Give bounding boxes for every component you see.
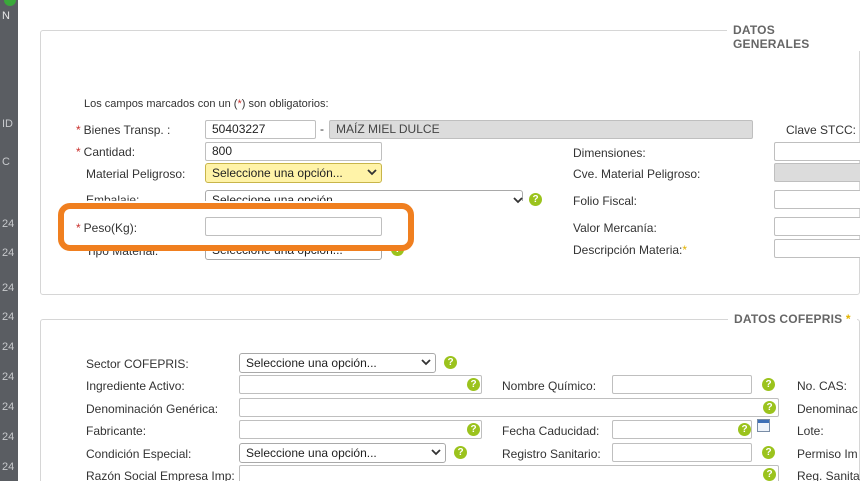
help-icon[interactable]: ? — [444, 356, 457, 369]
bg-label: 24 — [2, 282, 15, 294]
bg-label: 24 — [2, 218, 15, 230]
help-icon[interactable]: ? — [529, 193, 542, 206]
chevron-down-icon — [431, 449, 441, 456]
bg-label: ID — [2, 118, 13, 130]
descripcion-materia-label: Descripción Materia:* — [573, 243, 688, 257]
datos-generales-fieldset — [40, 30, 860, 295]
help-icon[interactable]: ? — [467, 378, 480, 391]
dimensiones-label: Dimensiones: — [573, 146, 646, 160]
datos-cofepris-legend: DATOS COFEPRIS * — [728, 312, 857, 326]
chevron-down-icon — [367, 169, 377, 176]
razon-social-input[interactable] — [239, 465, 779, 481]
help-icon[interactable]: ? — [762, 446, 775, 459]
denominacion-generica-input[interactable] — [239, 398, 779, 417]
datos-generales-legend: DATOS GENERALES — [727, 23, 860, 51]
denominacion-right-label: Denominac — [797, 402, 858, 416]
required-note: Los campos marcados con un (*) son oblig… — [84, 98, 329, 110]
clave-stcc-label: Clave STCC: — [786, 123, 857, 137]
fabricante-input[interactable] — [239, 420, 482, 439]
razon-social-label: Razón Social Empresa Imp: — [86, 469, 235, 481]
cantidad-input[interactable]: 800 — [205, 142, 382, 161]
fabricante-label: Fabricante: — [86, 424, 147, 438]
reg-sanitario-label: Reg. Sanita — [797, 469, 860, 481]
valor-mercancia-input[interactable] — [774, 217, 860, 236]
folio-fiscal-input[interactable] — [774, 190, 860, 209]
help-icon[interactable]: ? — [763, 468, 776, 481]
bg-label: 24 — [2, 461, 15, 473]
background-app-strip: ID C 24 24 24 24 24 24 24 24 24 N — [0, 0, 18, 481]
cve-material-label: Cve. Material Peligroso: — [573, 167, 701, 181]
material-peligroso-label: Material Peligroso: — [86, 167, 186, 181]
lote-label: Lote: — [797, 424, 824, 438]
bienes-separator: - — [320, 122, 324, 136]
bg-label: C — [2, 156, 10, 168]
dimensiones-input[interactable] — [774, 142, 860, 161]
bg-label: 24 — [2, 401, 15, 413]
permiso-label: Permiso Im — [797, 447, 858, 461]
chevron-down-icon — [513, 197, 523, 204]
sector-cofepris-select[interactable]: Seleccione una opción... — [239, 353, 436, 373]
help-icon[interactable]: ? — [454, 446, 467, 459]
bg-label: 24 — [2, 431, 15, 443]
registro-sanitario-input[interactable] — [612, 443, 752, 462]
help-icon[interactable]: ? — [762, 378, 775, 391]
help-icon[interactable]: ? — [467, 423, 480, 436]
bg-label: 24 — [2, 247, 15, 259]
bienes-description-input: MAÍZ MIEL DULCE — [329, 120, 753, 139]
bienes-code-input[interactable]: 50403227 — [205, 120, 316, 139]
help-icon[interactable]: ? — [738, 423, 751, 436]
registro-sanitario-label: Registro Sanitario: — [502, 447, 601, 461]
descripcion-materia-input[interactable] — [774, 239, 860, 258]
cve-material-input — [774, 163, 860, 182]
denominacion-generica-label: Denominación Genérica: — [86, 402, 219, 416]
nombre-quimico-label: Nombre Químico: — [502, 379, 597, 393]
condicion-especial-label: Condición Especial: — [86, 447, 192, 461]
no-cas-label: No. CAS: — [797, 379, 848, 393]
cantidad-label: * Cantidad: — [76, 145, 136, 159]
help-icon[interactable]: ? — [763, 401, 776, 414]
chevron-down-icon — [421, 359, 431, 366]
calendar-icon[interactable] — [757, 419, 770, 432]
material-peligroso-select[interactable]: Seleccione una opción... — [205, 163, 382, 183]
fecha-caducidad-label: Fecha Caducidad: — [502, 424, 600, 438]
nombre-quimico-input[interactable] — [612, 375, 752, 394]
folio-fiscal-label: Folio Fiscal: — [573, 194, 638, 208]
bg-tab-fragment: N — [2, 10, 10, 22]
ingrediente-activo-input[interactable] — [239, 375, 482, 394]
bg-label: 24 — [2, 371, 15, 383]
sector-cofepris-label: Sector COFEPRIS: — [86, 357, 189, 371]
condicion-especial-select[interactable]: Seleccione una opción... — [239, 443, 446, 463]
peso-highlight-annotation — [58, 203, 414, 251]
bg-label: 24 — [2, 341, 15, 353]
fecha-caducidad-input[interactable] — [612, 420, 752, 439]
ingrediente-activo-label: Ingrediente Activo: — [86, 379, 185, 393]
bg-label: 24 — [2, 311, 15, 323]
valor-mercancia-label: Valor Mercanía: — [573, 221, 657, 235]
bienes-transp-label: * Bienes Transp. : — [76, 123, 171, 137]
